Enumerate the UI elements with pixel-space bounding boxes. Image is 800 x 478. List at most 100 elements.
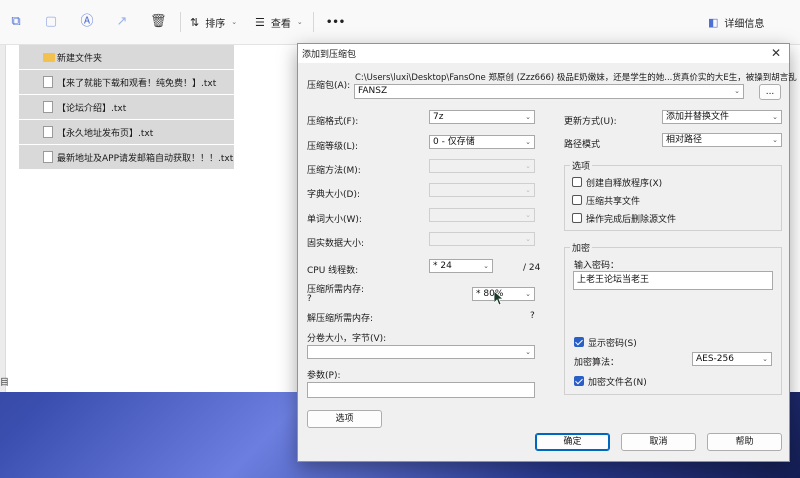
chevron-down-icon: ⌄: [772, 113, 778, 121]
file-name: 最新地址及APP请发邮箱自动获取！！！.txt: [57, 153, 234, 164]
update-mode-value: 添加并替换文件: [666, 112, 730, 122]
text-file-icon: [43, 101, 53, 113]
file-name: 【论坛介绍】.txt: [57, 103, 127, 114]
text-file-icon: [43, 151, 53, 163]
split-volume-combobox[interactable]: ⌄: [307, 345, 535, 359]
paste-icon[interactable]: ▢: [43, 14, 59, 30]
mouse-cursor-icon: [494, 291, 504, 305]
chevron-down-icon: ⌄: [231, 18, 238, 26]
archive-name-combobox[interactable]: FANSZ ⌄: [354, 84, 744, 99]
cancel-button[interactable]: 取消: [621, 433, 696, 451]
dialog-title: 添加到压缩包: [302, 50, 357, 60]
file-item[interactable]: 【来了就能下载和观看！纯免费！】.txt: [19, 70, 234, 94]
show-password-label: 显示密码(S): [588, 339, 637, 349]
file-item[interactable]: 最新地址及APP请发邮箱自动获取！！！.txt: [19, 145, 234, 169]
share-icon[interactable]: ↗: [114, 14, 130, 30]
archive-path-text: C:\Users\luxi\Desktop\FansOne 郑原创 (Zzz66…: [355, 73, 797, 83]
encryption-method-select[interactable]: AES-256 ⌄: [692, 352, 772, 366]
password-label: 输入密码：: [574, 261, 620, 271]
status-bar-text: 目: [0, 378, 10, 388]
chevron-down-icon: ⌄: [525, 211, 531, 219]
chevron-down-icon: ⌄: [772, 136, 778, 144]
sfx-label: 创建自释放程序(X): [586, 179, 663, 189]
encryption-method-label: 加密算法：: [574, 358, 620, 368]
chevron-down-icon: ⌄: [525, 113, 531, 121]
details-button[interactable]: ◧ 详细信息: [708, 13, 764, 31]
sort-icon: ⇅: [190, 15, 200, 29]
file-name: 【来了就能下载和观看！纯免费！】.txt: [57, 78, 217, 89]
view-button[interactable]: ☰ 查看 ⌄: [255, 13, 303, 31]
format-label: 压缩格式(F):: [307, 117, 359, 127]
level-value: 0 - 仅存储: [433, 137, 475, 147]
help-button[interactable]: 帮助: [707, 433, 782, 451]
archive-name-value: FANSZ: [358, 86, 388, 96]
path-mode-select[interactable]: 相对路径 ⌄: [662, 133, 782, 147]
more-button[interactable]: •••: [326, 13, 345, 31]
more-icon: •••: [326, 16, 346, 28]
format-select[interactable]: 7z ⌄: [429, 110, 535, 124]
update-mode-select[interactable]: 添加并替换文件 ⌄: [662, 110, 782, 124]
file-item[interactable]: 【永久地址发布页】.txt: [19, 120, 234, 144]
solid-size-select: ⌄: [429, 232, 535, 246]
close-icon[interactable]: ✕: [771, 46, 781, 60]
parameters-label: 参数(P):: [307, 371, 341, 381]
encrypt-names-label: 加密文件名(N): [588, 378, 647, 388]
encrypt-names-checkbox[interactable]: [574, 376, 584, 386]
folder-icon: [43, 53, 55, 62]
chevron-down-icon: ⌄: [525, 235, 531, 243]
word-size-select: ⌄: [429, 208, 535, 222]
update-mode-label: 更新方式(U):: [564, 117, 617, 127]
password-input[interactable]: 上老王论坛当老王: [573, 271, 773, 290]
method-select: ⌄: [429, 159, 535, 173]
explorer-toolbar: ⧉ ▢ Ⓐ ↗ 🗑 ⇅ 排序 ⌄ ☰ 查看 ⌄ ••• ◧ 详细信息: [0, 0, 800, 45]
file-item[interactable]: 【论坛介绍】.txt: [19, 95, 234, 119]
cpu-threads-select[interactable]: * 24 ⌄: [429, 259, 493, 273]
show-password-checkbox[interactable]: [574, 337, 584, 347]
text-file-icon: [43, 126, 53, 138]
path-mode-label: 路径模式: [564, 140, 601, 150]
parameters-input[interactable]: [307, 382, 535, 398]
toolbar-divider: [313, 12, 314, 32]
dialog-titlebar: 添加到压缩包 ✕: [298, 44, 789, 63]
level-label: 压缩等级(L):: [307, 142, 359, 152]
chevron-down-icon[interactable]: ⌄: [734, 85, 740, 98]
view-icon: ☰: [255, 15, 265, 29]
file-name: 【永久地址发布页】.txt: [57, 128, 154, 139]
browse-button[interactable]: ...: [759, 84, 781, 100]
sort-button[interactable]: ⇅ 排序 ⌄: [190, 13, 237, 31]
add-to-archive-dialog: 添加到压缩包 ✕ 压缩包(A): C:\Users\luxi\Desktop\F…: [297, 43, 797, 462]
format-value: 7z: [433, 112, 444, 122]
shared-files-checkbox[interactable]: [572, 195, 582, 205]
chevron-down-icon: ⌄: [525, 186, 531, 194]
compress-memory-unknown: ?: [307, 294, 312, 304]
chevron-down-icon: ⌄: [296, 18, 303, 26]
split-volume-label: 分卷大小，字节(V):: [307, 334, 387, 344]
delete-after-checkbox[interactable]: [572, 213, 582, 223]
toolbar-divider: [180, 12, 181, 32]
decompress-memory-label: 解压缩所需内存:: [307, 314, 374, 324]
encryption-method-value: AES-256: [696, 354, 734, 364]
solid-size-label: 固实数据大小:: [307, 239, 365, 249]
encryption-group-title: 加密: [570, 241, 593, 254]
delete-after-label: 操作完成后删除源文件: [586, 215, 677, 225]
compress-memory-label: 压缩所需内存:: [307, 285, 365, 295]
delete-icon[interactable]: 🗑: [150, 14, 167, 30]
rename-icon[interactable]: Ⓐ: [79, 14, 95, 30]
dict-size-label: 字典大小(D):: [307, 190, 360, 200]
sfx-checkbox[interactable]: [572, 177, 582, 187]
level-select[interactable]: 0 - 仅存储 ⌄: [429, 135, 535, 149]
chevron-down-icon: ⌄: [483, 262, 489, 270]
archive-label: 压缩包(A):: [307, 81, 351, 91]
copy-icon[interactable]: ⧉: [8, 14, 24, 30]
chevron-down-icon: ⌄: [762, 355, 768, 363]
file-item-folder[interactable]: 新建文件夹: [19, 45, 234, 69]
cpu-threads-max: / 24: [523, 263, 541, 273]
chevron-down-icon: ⌄: [525, 138, 531, 146]
word-size-label: 单词大小(W):: [307, 215, 362, 225]
cpu-threads-value: * 24: [433, 261, 452, 271]
details-pane-icon: ◧: [708, 15, 719, 29]
ok-button[interactable]: 确定: [535, 433, 610, 451]
dict-size-select: ⌄: [429, 183, 535, 197]
options-button[interactable]: 选项: [307, 410, 382, 428]
options-group-title: 选项: [570, 159, 593, 172]
